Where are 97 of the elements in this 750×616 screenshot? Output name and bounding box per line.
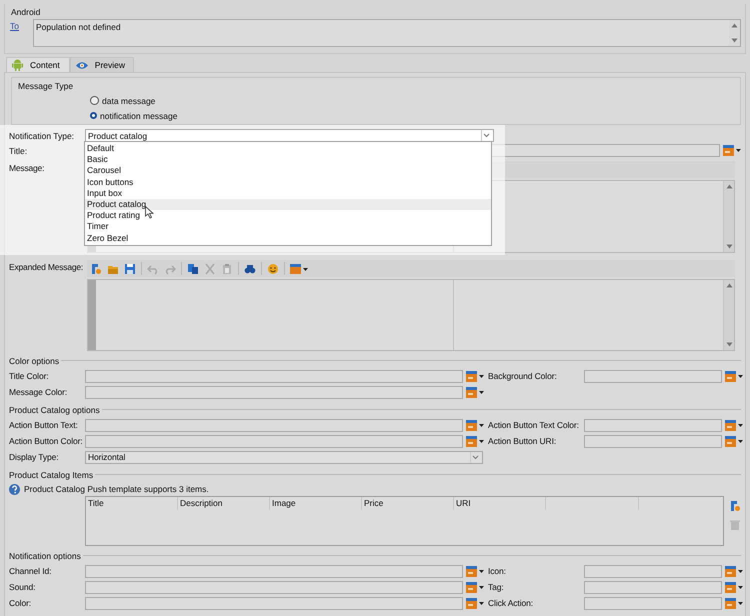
add-icon[interactable] <box>90 262 102 274</box>
text-field[interactable] <box>85 580 463 594</box>
tab[interactable]: Content <box>6 57 70 72</box>
dropdown[interactable]: Horizontal <box>85 450 483 464</box>
text-field[interactable] <box>85 370 463 382</box>
android-icon <box>12 59 23 71</box>
field-label: Display Type: <box>9 452 60 462</box>
section-title: Notification options <box>9 550 81 560</box>
save-icon[interactable] <box>124 262 136 274</box>
field-label: Notification Type: <box>9 130 76 140</box>
text-field[interactable] <box>584 434 722 448</box>
field-label: Tag: <box>488 582 505 592</box>
dropdown-option[interactable]: Product catalog <box>85 198 491 210</box>
copy-icon[interactable] <box>187 262 199 274</box>
personalization-icon[interactable] <box>466 436 484 446</box>
scroll-down-icon[interactable] <box>726 342 732 347</box>
radio-option[interactable]: data message <box>90 93 736 108</box>
field-label: Expanded Message: <box>9 261 84 272</box>
editor-gutter <box>88 280 96 350</box>
section-title: Product Catalog Items <box>9 470 94 480</box>
dropdown-option[interactable]: Icon buttons <box>85 176 491 188</box>
scrollbar[interactable] <box>723 181 734 252</box>
personalization-icon[interactable] <box>725 598 743 608</box>
personalization-icon[interactable] <box>466 420 484 430</box>
eye-icon <box>76 60 88 70</box>
field-label: Title: <box>9 146 28 156</box>
scroll-up-icon[interactable] <box>726 283 732 288</box>
field-label: Action Button Text Color: <box>488 420 580 430</box>
text-field[interactable] <box>584 596 722 610</box>
section-title: Android <box>10 6 42 19</box>
section-title: Color options <box>9 356 60 366</box>
insert-icon[interactable] <box>290 262 308 274</box>
field-label: Background Color: <box>488 371 558 381</box>
field-label: Message Color: <box>9 387 68 397</box>
text-field[interactable] <box>85 418 463 432</box>
personalization-icon[interactable] <box>723 145 741 156</box>
scroll-down-icon[interactable] <box>726 244 732 249</box>
smiley-icon[interactable] <box>267 262 279 274</box>
personalization-icon[interactable] <box>466 370 484 382</box>
personalization-icon[interactable] <box>466 582 484 592</box>
to-link[interactable]: To <box>9 19 24 31</box>
field-label: Action Button Color: <box>9 436 84 446</box>
personalization-icon[interactable] <box>466 598 484 608</box>
section-title: Product Catalog options <box>9 404 100 414</box>
dropdown-option[interactable]: Product rating <box>85 210 491 222</box>
personalization-icon[interactable] <box>725 370 743 382</box>
dropdown-option[interactable]: Default <box>85 143 491 154</box>
scrollbar[interactable] <box>723 280 734 350</box>
column-header[interactable]: Price <box>362 497 454 510</box>
dropdown-option[interactable]: Carousel <box>85 165 491 177</box>
column-header[interactable]: Description <box>178 497 270 510</box>
personalization-icon[interactable] <box>725 420 743 430</box>
scroll-up-icon[interactable] <box>731 23 738 28</box>
expanded-message-editor[interactable] <box>87 279 735 351</box>
recipient-field[interactable]: Population not defined <box>33 19 741 47</box>
text-field[interactable] <box>584 418 722 432</box>
field-label: Color: <box>9 598 32 608</box>
column-header[interactable]: URI <box>454 497 546 510</box>
dropdown-option[interactable]: Basic <box>85 154 491 166</box>
field-label: Action Button URI: <box>488 436 558 446</box>
group-title: Message Type <box>17 80 74 93</box>
scroll-down-icon[interactable] <box>731 38 738 43</box>
column-header[interactable]: Title <box>86 497 178 510</box>
field-label: Sound: <box>9 582 36 592</box>
field-label: Message: <box>9 162 46 173</box>
column-header[interactable]: Image <box>270 497 362 510</box>
personalization-icon[interactable] <box>466 386 484 398</box>
text-field[interactable] <box>85 434 463 448</box>
help-icon <box>9 484 20 494</box>
personalization-icon[interactable] <box>725 566 743 576</box>
text-field[interactable] <box>584 370 722 382</box>
dropdown-option[interactable]: Timer <box>85 221 491 232</box>
add-icon[interactable] <box>729 500 741 512</box>
info-text: Product Catalog Push template supports 3 items. <box>24 484 209 494</box>
notification-type-dropdown[interactable]: Product catalog <box>85 129 494 142</box>
personalization-icon[interactable] <box>466 566 484 576</box>
scroll-up-icon[interactable] <box>726 184 732 189</box>
field-label: Action Button Text: <box>9 420 79 430</box>
tab[interactable]: Preview <box>70 57 134 72</box>
text-field[interactable] <box>85 596 463 610</box>
field-label: Channel Id: <box>9 566 52 576</box>
cursor-icon <box>145 206 154 219</box>
personalization-icon[interactable] <box>725 582 743 592</box>
text-field[interactable] <box>584 564 722 578</box>
field-label: Icon: <box>488 566 507 576</box>
dropdown-option[interactable]: Input box <box>85 188 491 199</box>
personalization-icon[interactable] <box>725 436 743 446</box>
scrollbar[interactable] <box>729 20 740 46</box>
binoculars-icon[interactable] <box>244 262 256 274</box>
text-field[interactable] <box>584 580 722 594</box>
text-field[interactable] <box>85 386 463 398</box>
field-label: Click Action: <box>488 598 534 608</box>
dropdown-option[interactable]: Zero Bezel <box>85 232 491 244</box>
radio-option[interactable]: notification message <box>90 108 736 123</box>
text-field[interactable] <box>85 564 463 578</box>
chevron-down-icon[interactable] <box>470 452 480 462</box>
field-label: Title Color: <box>9 371 50 381</box>
